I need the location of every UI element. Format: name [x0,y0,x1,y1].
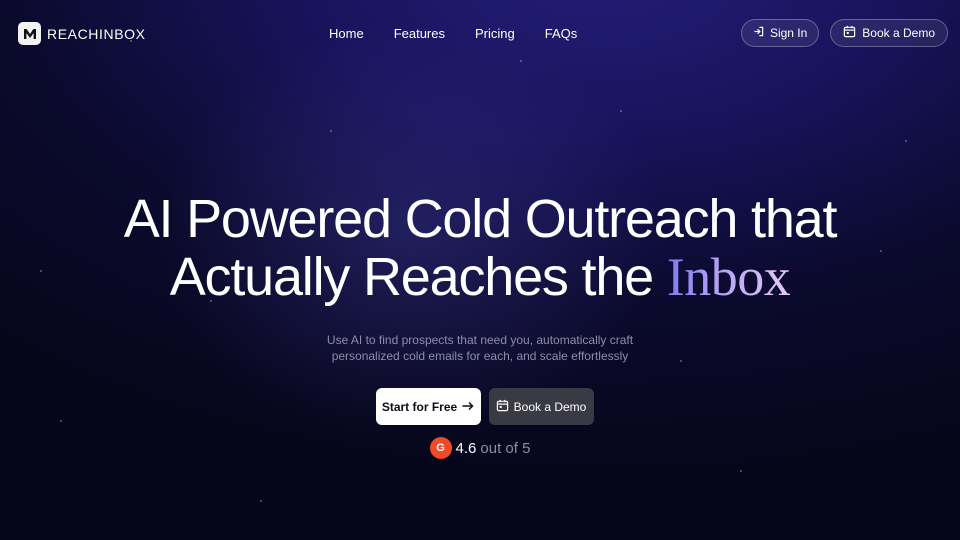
nav-home[interactable]: Home [329,26,364,41]
hero-subtitle: Use AI to find prospects that need you, … [0,332,960,364]
sign-in-icon [753,26,764,40]
brand-logo-icon [18,22,41,45]
hero-title: AI Powered Cold Outreach that Actually R… [0,190,960,306]
brand-name: REACHINBOX [47,25,146,42]
cta-row: Start for Free Book a Demo [0,388,960,425]
hero-subtitle-line1: Use AI to find prospects that need you, … [326,333,634,347]
hero-title-line2: Actually Reaches the [169,247,654,307]
arrow-right-icon [462,400,474,414]
rating-suffix: out of 5 [480,439,531,457]
header-book-demo-button[interactable]: Book a Demo [830,19,948,47]
rating: G 4.6 out of 5 [0,437,960,459]
book-demo-label: Book a Demo [513,399,587,414]
site-header: REACHINBOX Home Features Pricing FAQs Si… [0,0,960,68]
header-book-demo-label: Book a Demo [862,26,935,40]
header-actions: Sign In Book a Demo [740,19,948,47]
brand[interactable]: REACHINBOX [18,22,146,45]
hero-title-highlight: Inbox [666,247,791,307]
hero-title-line1: AI Powered Cold Outreach that [123,189,838,249]
start-for-free-button[interactable]: Start for Free [375,388,481,425]
sign-in-button[interactable]: Sign In [740,19,820,47]
nav-faqs[interactable]: FAQs [545,26,578,41]
nav-features[interactable]: Features [394,26,445,41]
book-demo-button[interactable]: Book a Demo [488,388,594,425]
calendar-icon [496,399,509,415]
sign-in-label: Sign In [769,26,808,40]
main-nav: Home Features Pricing FAQs [329,26,577,41]
rating-value: 4.6 [455,439,477,457]
calendar-icon [843,25,856,41]
g2-logo-icon: G [429,437,452,459]
start-for-free-label: Start for Free [381,399,458,414]
hero-subtitle-line2: personalized cold emails for each, and s… [331,349,629,363]
nav-pricing[interactable]: Pricing [475,26,515,41]
